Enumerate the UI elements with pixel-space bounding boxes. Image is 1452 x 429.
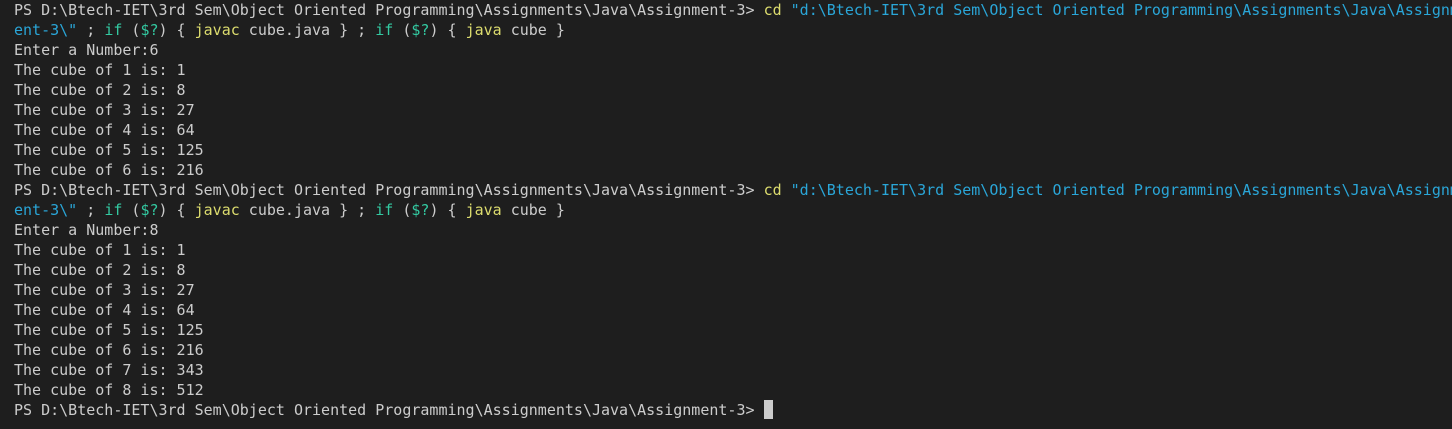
command-line-1: PS D:\Btech-IET\3rd Sem\Object Oriented … <box>14 0 1452 20</box>
output-line: The cube of 2 is: 8 <box>14 261 186 279</box>
status-variable: $? <box>411 201 430 219</box>
if-keyword: if <box>375 201 394 219</box>
java-command: java <box>465 201 502 219</box>
terminal-output[interactable]: PS D:\Btech-IET\3rd Sem\Object Oriented … <box>0 0 1452 429</box>
output-line: The cube of 4 is: 64 <box>14 301 195 319</box>
output-line: The cube of 4 is: 64 <box>14 121 195 139</box>
output-line: The cube of 5 is: 125 <box>14 141 204 159</box>
output-line: The cube of 7 is: 343 <box>14 361 204 379</box>
input-prompt: Enter a Number:6 <box>14 41 159 59</box>
status-variable: $? <box>140 201 159 219</box>
command-line-1-cont: ent-3\" ; if ($?) { javac cube.java } ; … <box>14 21 565 39</box>
current-prompt-line[interactable]: PS D:\Btech-IET\3rd Sem\Object Oriented … <box>14 400 1452 420</box>
if-keyword: if <box>375 21 394 39</box>
output-line: The cube of 2 is: 8 <box>14 81 186 99</box>
command-line-2-cont: ent-3\" ; if ($?) { javac cube.java } ; … <box>14 201 565 219</box>
prompt: PS D:\Btech-IET\3rd Sem\Object Oriented … <box>14 181 764 199</box>
output-line: The cube of 1 is: 1 <box>14 241 186 259</box>
output-line: The cube of 5 is: 125 <box>14 321 204 339</box>
prompt: PS D:\Btech-IET\3rd Sem\Object Oriented … <box>14 1 764 19</box>
path-string-cont: ent-3\" <box>14 201 78 219</box>
if-keyword: if <box>104 21 123 39</box>
path-string-cont: ent-3\" <box>14 21 78 39</box>
status-variable: $? <box>411 21 430 39</box>
javac-command: javac <box>194 201 240 219</box>
output-line: The cube of 6 is: 216 <box>14 161 204 179</box>
if-keyword: if <box>104 201 123 219</box>
path-string: "d:\Btech-IET\3rd Sem\Object Oriented Pr… <box>781 1 1452 19</box>
javac-command: javac <box>194 21 240 39</box>
cd-command: cd <box>763 1 782 19</box>
output-line: The cube of 3 is: 27 <box>14 101 195 119</box>
path-string: "d:\Btech-IET\3rd Sem\Object Oriented Pr… <box>781 181 1452 199</box>
output-line: The cube of 6 is: 216 <box>14 341 204 359</box>
output-line: The cube of 3 is: 27 <box>14 281 195 299</box>
status-variable: $? <box>140 21 159 39</box>
java-command: java <box>465 21 502 39</box>
input-prompt: Enter a Number:8 <box>14 221 159 239</box>
output-line: The cube of 1 is: 1 <box>14 61 186 79</box>
command-line-2: PS D:\Btech-IET\3rd Sem\Object Oriented … <box>14 180 1452 200</box>
text-cursor <box>763 400 773 419</box>
output-line: The cube of 8 is: 512 <box>14 381 204 399</box>
prompt: PS D:\Btech-IET\3rd Sem\Object Oriented … <box>14 401 764 419</box>
cd-command: cd <box>763 181 782 199</box>
